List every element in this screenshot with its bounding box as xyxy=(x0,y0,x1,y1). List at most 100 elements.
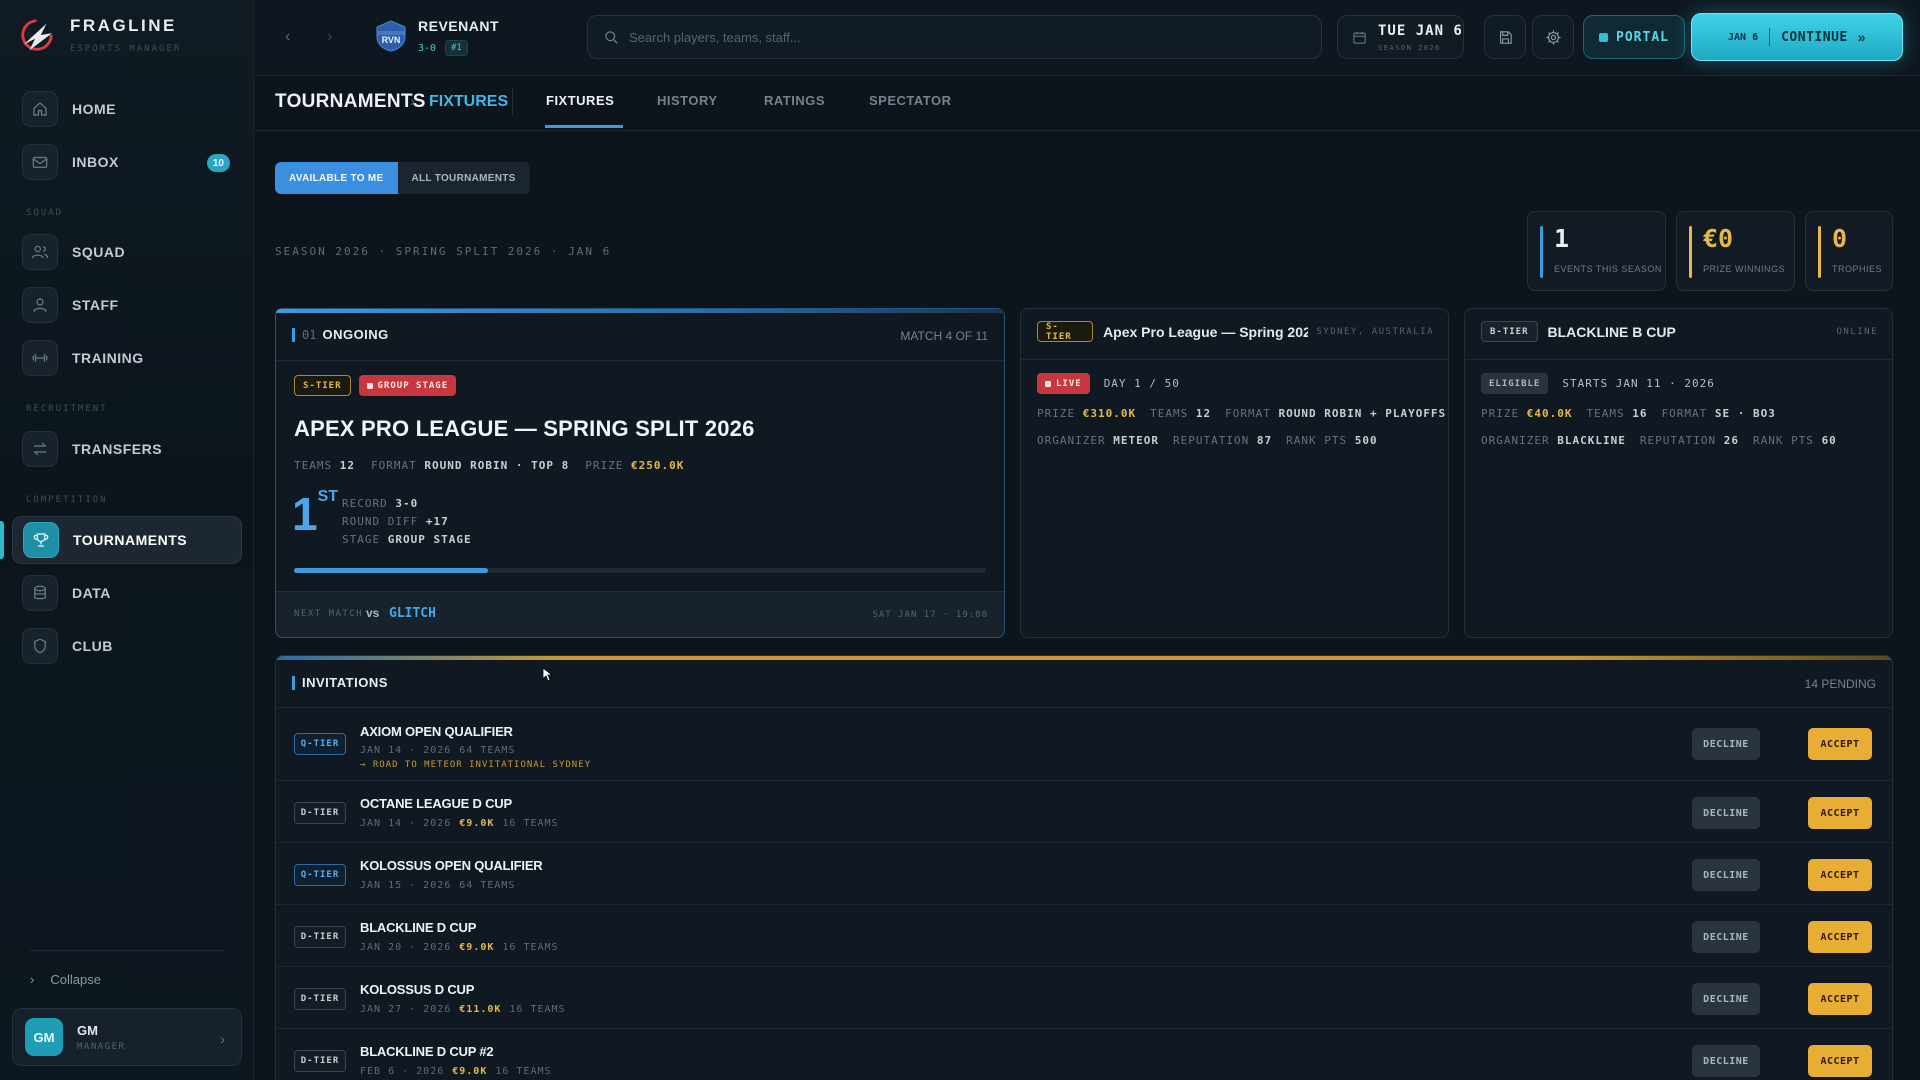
decline-button[interactable]: DECLINE xyxy=(1692,859,1760,891)
divider xyxy=(255,130,1920,131)
decline-button[interactable]: DECLINE xyxy=(1692,728,1760,760)
divider xyxy=(1465,359,1892,360)
team-crest-icon[interactable]: RVN xyxy=(375,20,407,52)
save-button[interactable] xyxy=(1484,15,1526,59)
sidebar: FRAGLINE ESPORTS MANAGER HOME INBOX 10 S… xyxy=(0,0,254,1080)
invitation-date: JAN 27 · 2026 xyxy=(360,1004,452,1015)
invitation-row[interactable]: Q-TIER AXIOM OPEN QUALIFIER JAN 14 · 202… xyxy=(276,708,1892,781)
swap-icon xyxy=(22,431,58,467)
next-match-bar[interactable]: NEXT MATCH vs GLITCH SAT JAN 17 · 19:00 xyxy=(276,591,1004,637)
search-input[interactable] xyxy=(629,29,1269,45)
ongoing-tournament-card[interactable]: 01 ONGOING MATCH 4 OF 11 S-TIER GROUP ST… xyxy=(275,308,1005,638)
sidebar-item-transfers[interactable]: TRANSFERS xyxy=(12,425,242,473)
user-profile[interactable]: GM GM MANAGER › xyxy=(12,1008,242,1066)
portal-button[interactable]: PORTAL xyxy=(1583,15,1685,59)
invitation-date: JAN 15 · 2026 xyxy=(360,880,452,891)
meta-value: SE · BO3 xyxy=(1714,407,1776,420)
meta-value: ROUND ROBIN + PLAYOFFS xyxy=(1278,407,1447,420)
invitation-prize: €9.0K xyxy=(459,818,495,829)
meta-format: FORMAT ROUND ROBIN · TOP 8 xyxy=(371,459,569,472)
meta-prize: PRIZE €310.0K xyxy=(1037,407,1136,420)
pending-count: 14 PENDING xyxy=(1804,677,1876,691)
meta-teams: TEAMS 12 xyxy=(294,459,355,472)
tab-ratings[interactable]: RATINGS xyxy=(764,93,825,108)
sidebar-item-training[interactable]: TRAINING xyxy=(12,334,242,382)
tournament-name: APEX PRO LEAGUE — SPRING SPLIT 2026 xyxy=(294,416,755,441)
invitation-row[interactable]: D-TIER BLACKLINE D CUP JAN 20 · 2026 €9.0… xyxy=(276,906,1892,967)
meta-value: 26 xyxy=(1723,434,1739,447)
sidebar-item-data[interactable]: DATA xyxy=(12,569,242,617)
search-bar[interactable] xyxy=(587,15,1322,59)
decline-button[interactable]: DECLINE xyxy=(1692,983,1760,1015)
double-chevron-right-icon: » xyxy=(1857,29,1866,45)
invitation-meta: FEB 6 · 2026 €9.0K 16 TEAMS xyxy=(360,1066,552,1077)
tournament-card[interactable]: B-TIER BLACKLINE B CUP ONLINE ELIGIBLE S… xyxy=(1464,308,1893,638)
invitation-meta: JAN 14 · 2026 €9.0K 16 TEAMS xyxy=(360,818,559,829)
settings-button[interactable] xyxy=(1532,15,1574,59)
tab-history[interactable]: HISTORY xyxy=(657,93,718,108)
back-arrow-icon[interactable]: ‹ xyxy=(285,28,290,46)
sidebar-item-label: SQUAD xyxy=(72,244,126,260)
accept-button[interactable]: ACCEPT xyxy=(1808,921,1872,953)
team-record: 3-0 xyxy=(418,43,437,54)
road-to-note[interactable]: → ROAD TO METEOR INVITATIONAL SYDNEY xyxy=(360,760,591,770)
sidebar-item-label: TRANSFERS xyxy=(72,441,163,457)
meta-value: 3-0 xyxy=(395,497,419,510)
accept-button[interactable]: ACCEPT xyxy=(1808,728,1872,760)
accept-button[interactable]: ACCEPT xyxy=(1808,983,1872,1015)
tab-fixtures[interactable]: FIXTURES xyxy=(546,93,614,108)
sidebar-item-staff[interactable]: STAFF xyxy=(12,281,242,329)
mouse-cursor-icon xyxy=(543,668,553,682)
section-label-recruitment: RECRUITMENT xyxy=(26,404,108,414)
sidebar-item-club[interactable]: CLUB xyxy=(12,622,242,670)
filter-available-button[interactable]: AVAILABLE TO ME xyxy=(275,162,398,194)
mail-icon xyxy=(22,144,58,180)
filter-all-button[interactable]: ALL TOURNAMENTS xyxy=(398,162,530,194)
invitation-row[interactable]: D-TIER OCTANE LEAGUE D CUP JAN 14 · 2026… xyxy=(276,782,1892,843)
continue-button[interactable]: JAN 6 CONTINUE » xyxy=(1691,13,1903,61)
section-label-competition: COMPETITION xyxy=(26,495,108,505)
invitation-row[interactable]: D-TIER BLACKLINE D CUP #2 FEB 6 · 2026 €9… xyxy=(276,1030,1892,1080)
standing-position: 1ST xyxy=(292,489,338,538)
tournament-progress-bar xyxy=(294,568,986,573)
stage-row: STAGE GROUP STAGE xyxy=(342,531,472,549)
accept-button[interactable]: ACCEPT xyxy=(1808,859,1872,891)
invitation-teams: 16 TEAMS xyxy=(502,942,559,953)
tab-spectator[interactable]: SPECTATOR xyxy=(869,93,952,108)
decline-button[interactable]: DECLINE xyxy=(1692,1045,1760,1077)
header-accent xyxy=(292,675,295,690)
invitation-row[interactable]: D-TIER KOLOSSUS D CUP JAN 27 · 2026 €11.0… xyxy=(276,968,1892,1029)
meta-prize: PRIZE €40.0K xyxy=(1481,407,1573,420)
forward-arrow-icon[interactable]: › xyxy=(327,28,332,46)
date-display[interactable]: TUE JAN 6 SEASON 2026 xyxy=(1337,15,1464,59)
collapse-label: Collapse xyxy=(50,972,101,987)
meta-label: ORGANIZER xyxy=(1481,434,1550,447)
invitation-name: KOLOSSUS D CUP xyxy=(360,982,475,997)
meta-row: PRIZE €310.0K TEAMS 12 FORMAT ROUND ROBI… xyxy=(1037,407,1446,420)
stage-badge: GROUP STAGE xyxy=(358,375,457,396)
sidebar-item-home[interactable]: HOME xyxy=(12,85,242,133)
sidebar-item-squad[interactable]: SQUAD xyxy=(12,228,242,276)
meta-value: 12 xyxy=(339,459,355,472)
collapse-button[interactable]: › Collapse xyxy=(30,972,101,987)
meta-value: €310.0K xyxy=(1082,407,1137,420)
status-row: LIVE DAY 1 / 50 xyxy=(1037,373,1180,394)
breadcrumb-root[interactable]: TOURNAMENTS xyxy=(275,91,426,113)
meta-label: PRIZE xyxy=(585,459,624,472)
brand[interactable]: FRAGLINE ESPORTS MANAGER xyxy=(18,16,181,54)
accept-button[interactable]: ACCEPT xyxy=(1808,1045,1872,1077)
team-name[interactable]: REVENANT xyxy=(418,18,499,34)
meta-value: €40.0K xyxy=(1526,407,1573,420)
opponent-name[interactable]: GLITCH xyxy=(389,606,436,621)
gear-icon xyxy=(1545,29,1561,45)
meta-label: STAGE xyxy=(342,533,381,546)
meta-label: FORMAT xyxy=(1661,407,1708,420)
sidebar-item-inbox[interactable]: INBOX 10 xyxy=(12,138,242,186)
decline-button[interactable]: DECLINE xyxy=(1692,797,1760,829)
invitation-row[interactable]: Q-TIER KOLOSSUS OPEN QUALIFIER JAN 15 · … xyxy=(276,844,1892,905)
decline-button[interactable]: DECLINE xyxy=(1692,921,1760,953)
tournament-card[interactable]: S-TIER Apex Pro League — Spring 202 SYDN… xyxy=(1020,308,1449,638)
accept-button[interactable]: ACCEPT xyxy=(1808,797,1872,829)
sidebar-item-tournaments[interactable]: TOURNAMENTS xyxy=(12,516,242,564)
stage-dot-icon xyxy=(366,382,373,389)
